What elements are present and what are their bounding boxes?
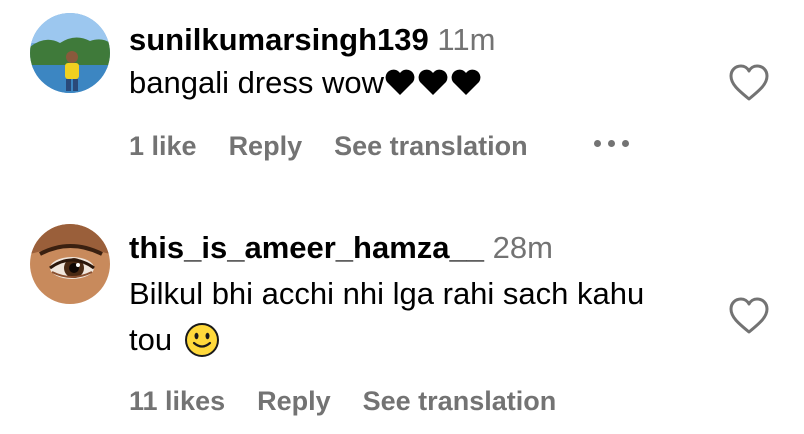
black-heart-icon <box>418 69 448 95</box>
avatar[interactable] <box>30 224 110 304</box>
comment-timestamp: 11m <box>437 22 496 57</box>
comment-username[interactable]: sunilkumarsingh139 11m <box>129 22 495 58</box>
comment-body: bangali dress wow <box>129 65 385 100</box>
comment-text: Bilkul bhi acchi nhi lga rahi sach kahu … <box>129 271 644 371</box>
heart-outline-icon[interactable] <box>728 63 770 103</box>
username-text[interactable]: sunilkumarsingh139 <box>129 22 429 57</box>
comment-body-line-1: Bilkul bhi acchi nhi lga rahi sach kahu <box>129 276 645 311</box>
username-text[interactable]: this_is_ameer_hamza__ <box>129 230 484 265</box>
comment-username[interactable]: this_is_ameer_hamza__ 28m <box>129 230 553 266</box>
comment-timestamp: 28m <box>492 230 553 265</box>
avatar-photo-icon <box>30 224 110 304</box>
slightly-smiling-face-icon <box>184 322 220 371</box>
likes-count[interactable]: 11 likes <box>129 384 225 418</box>
avatar-photo-icon <box>30 13 110 93</box>
likes-count[interactable]: 1 like <box>129 129 197 163</box>
black-heart-icon <box>451 69 481 95</box>
heart-outline-icon[interactable] <box>728 296 770 336</box>
reaction-hearts <box>384 68 482 96</box>
reply-button[interactable]: Reply <box>229 129 303 163</box>
more-options-icon[interactable] <box>594 140 629 147</box>
see-translation-button[interactable]: See translation <box>334 129 528 163</box>
comment-body-line-2: tou <box>129 317 644 371</box>
reply-button[interactable]: Reply <box>257 384 331 418</box>
comment-text: bangali dress wow <box>129 60 482 106</box>
comment-actions: 11 likes Reply See translation <box>129 384 556 418</box>
comment-body-line-2-text: tou <box>129 322 173 357</box>
see-translation-button[interactable]: See translation <box>363 384 557 418</box>
avatar[interactable] <box>30 13 110 93</box>
comment-actions: 1 like Reply See translation <box>129 129 528 163</box>
black-heart-icon <box>385 69 415 95</box>
